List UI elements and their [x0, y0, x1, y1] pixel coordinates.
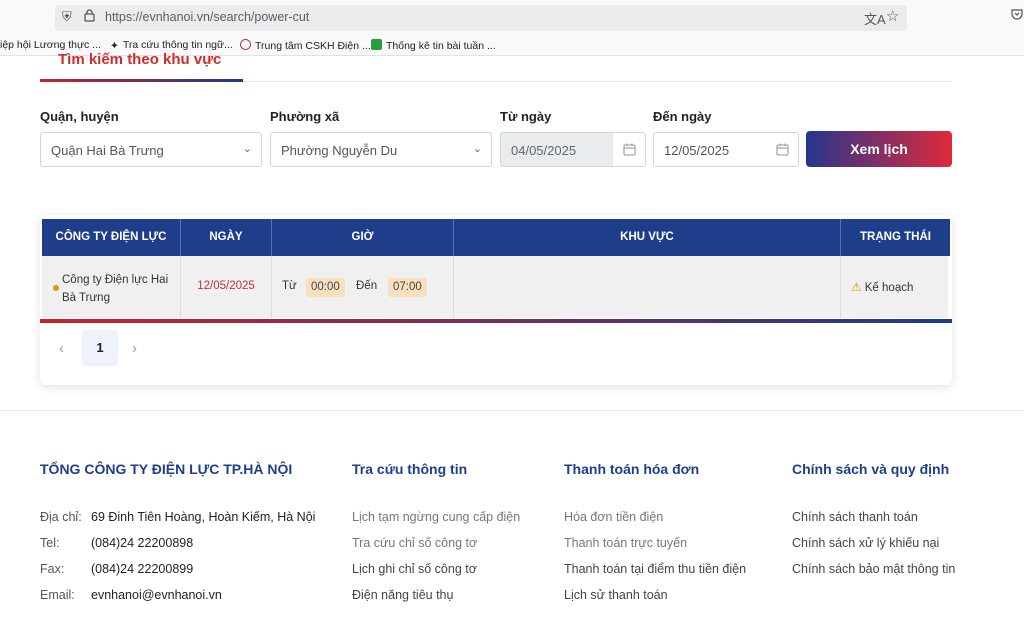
- status-badge: ⚠ Kế hoạch: [851, 280, 913, 294]
- bookmark-label: Trung tâm CSKH Điện ...: [255, 40, 371, 52]
- star-icon[interactable]: ☆: [886, 7, 899, 25]
- district-value: Quận Hai Bà Trưng: [51, 143, 164, 158]
- footer-link-meter-lookup[interactable]: Tra cứu chỉ số công tơ: [352, 536, 477, 550]
- tab-search-area[interactable]: Tìm kiếm theo khu vực: [58, 51, 221, 68]
- column-header-area: KHU VỰC: [454, 219, 841, 256]
- email-value[interactable]: evnhanoi@evnhanoi.vn: [91, 588, 222, 602]
- fax-label: Fax:: [40, 562, 65, 576]
- footer-link-privacy-policy[interactable]: Chính sách bảo mật thông tin: [792, 562, 955, 576]
- column-header-time: GIỜ: [272, 219, 454, 256]
- footer-link-complaint-policy[interactable]: Chính sách xử lý khiếu nại: [792, 536, 939, 550]
- district-label: Quận, huyện: [40, 109, 119, 124]
- lock-icon[interactable]: [84, 9, 95, 25]
- bookmark-favicon-icon: [240, 39, 251, 50]
- url-text[interactable]: https://evnhanoi.vn/search/power-cut: [105, 10, 309, 24]
- from-date-value: 04/05/2025: [511, 143, 577, 158]
- district-select[interactable]: Quận Hai Bà Trưng ⌄: [40, 132, 262, 167]
- footer-link-meter-reading-schedule[interactable]: Lịch ghi chỉ số công tơ: [352, 562, 477, 576]
- chevron-down-icon: ⌄: [472, 143, 482, 155]
- tab-active-indicator: [40, 79, 243, 82]
- email-label: Email:: [40, 588, 75, 602]
- chevron-down-icon: ⌄: [242, 143, 252, 155]
- footer-link-payment-history[interactable]: Lịch sử thanh toán: [564, 588, 668, 602]
- from-word: Từ: [282, 280, 297, 292]
- footer-link-online-payment[interactable]: Thanh toán trực tuyến: [564, 536, 687, 550]
- company-name: Công ty Điện lực Hai Bà Trưng: [62, 274, 169, 304]
- footer-link-bills[interactable]: Hóa đơn tiền điện: [564, 510, 663, 524]
- footer-link-outage-schedule[interactable]: Lịch tạm ngừng cung cấp điện: [352, 510, 520, 524]
- footer-link-payment-policy[interactable]: Chính sách thanh toán: [792, 510, 918, 524]
- cell-time: Từ 00:00 Đến 07:00: [272, 256, 454, 318]
- tel-label: Tel:: [40, 536, 60, 550]
- bookmark-item[interactable]: Thống kê tin bài tuần ...: [371, 39, 496, 52]
- tel-value[interactable]: (084)24 22200898: [91, 536, 193, 550]
- from-date-label: Từ ngày: [500, 109, 552, 124]
- address-value: 69 Đinh Tiên Hoàng, Hoàn Kiếm, Hà Nội: [91, 510, 316, 524]
- to-time-badge: 07:00: [388, 278, 427, 297]
- column-header-status: TRẠNG THÁI: [860, 231, 931, 243]
- cell-company: Công ty Điện lực Hai Bà Trưng: [42, 256, 181, 318]
- to-word: Đến: [356, 280, 378, 292]
- footer-link-consumption[interactable]: Điện năng tiêu thụ: [352, 588, 453, 602]
- bookmark-item[interactable]: Trung tâm CSKH Điện ...: [240, 39, 371, 52]
- column-header-company: CÔNG TY ĐIỆN LỰC: [42, 219, 181, 256]
- footer-divider: [0, 410, 1024, 411]
- address-label: Địa chỉ:: [40, 510, 82, 524]
- to-calendar-button[interactable]: [766, 132, 799, 167]
- bookmark-item[interactable]: iệp hội Lương thực ...: [0, 39, 101, 51]
- view-schedule-button[interactable]: Xem lịch: [806, 131, 952, 167]
- ward-label: Phường xã: [270, 109, 340, 124]
- footer-company-title: TỔNG CÔNG TY ĐIỆN LỰC TP.HÀ NỘI: [40, 461, 293, 477]
- footer-link-payment-points[interactable]: Thanh toán tại điểm thu tiền điện: [564, 562, 746, 576]
- bookmark-label: Thống kê tin bài tuần ...: [386, 40, 496, 52]
- cell-status: ⚠ Kế hoạch: [841, 256, 948, 318]
- footer-policy-title: Chính sách và quy định: [792, 461, 950, 477]
- table-header: CÔNG TY ĐIỆN LỰC NGÀY GIỜ KHU VỰC TRẠNG …: [42, 219, 950, 256]
- pocket-icon[interactable]: [1011, 8, 1023, 23]
- table-row: Công ty Điện lực Hai Bà Trưng 12/05/2025…: [42, 256, 948, 318]
- outage-date: 12/05/2025: [197, 280, 255, 292]
- chevron-left-icon[interactable]: ‹: [59, 340, 64, 357]
- translate-icon[interactable]: 文A: [864, 9, 886, 28]
- ward-select[interactable]: Phường Nguyễn Du ⌄: [270, 132, 492, 167]
- browser-toolbar: ⛨ https://evnhanoi.vn/search/power-cut 文…: [0, 0, 1024, 36]
- footer-payment-title: Thanh toán hóa đơn: [564, 461, 700, 477]
- status-dot-icon: [53, 285, 59, 291]
- to-date-input[interactable]: 12/05/2025: [653, 132, 767, 167]
- fax-value: (084)24 22200899: [91, 562, 194, 576]
- from-calendar-button[interactable]: [613, 132, 646, 167]
- from-time-badge: 00:00: [306, 278, 345, 297]
- cell-date: 12/05/2025: [181, 256, 272, 318]
- calendar-icon: [776, 143, 789, 156]
- chevron-right-icon[interactable]: ›: [132, 340, 137, 357]
- from-date-input[interactable]: 04/05/2025: [500, 132, 614, 167]
- column-header-date: NGÀY: [181, 219, 272, 256]
- bookmark-label: Tra cứu thông tin ngữ...: [122, 39, 233, 51]
- warning-icon: ⚠: [851, 280, 862, 294]
- table-bottom-bar: [40, 319, 952, 323]
- cell-area: [454, 256, 841, 318]
- page-number-current[interactable]: 1: [82, 330, 118, 366]
- calendar-icon: [623, 143, 636, 156]
- bookmark-favicon-icon: [371, 39, 382, 50]
- ward-value: Phường Nguyễn Du: [281, 143, 398, 158]
- to-date-value: 12/05/2025: [664, 143, 730, 158]
- status-text: Kế hoạch: [864, 282, 914, 294]
- shield-icon[interactable]: ⛨: [62, 9, 72, 25]
- to-date-label: Đến ngày: [653, 109, 712, 124]
- footer-lookup-title: Tra cứu thông tin: [352, 461, 468, 477]
